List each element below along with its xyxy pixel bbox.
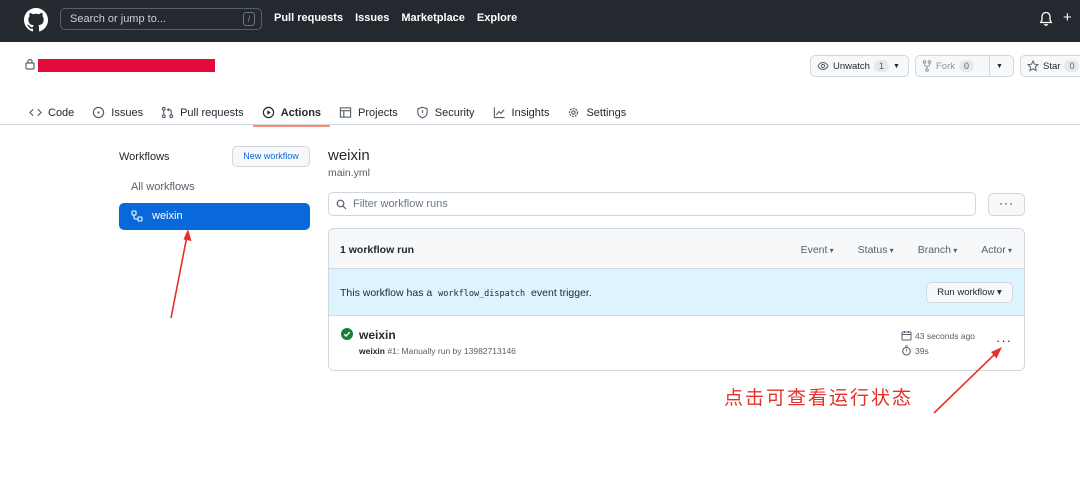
tab-projects[interactable]: Projects bbox=[330, 100, 407, 125]
event-filter-dropdown[interactable]: Event bbox=[801, 244, 834, 256]
search-placeholder: Search or jump to... bbox=[70, 13, 166, 25]
sidebar-item-weixin[interactable]: weixin bbox=[119, 203, 310, 230]
unwatch-label: Unwatch bbox=[833, 60, 870, 72]
tab-label: Actions bbox=[280, 106, 322, 119]
run-kebab-menu[interactable]: ··· bbox=[996, 333, 1012, 348]
search-input[interactable]: Search or jump to... / bbox=[60, 8, 262, 30]
all-workflows-link[interactable]: All workflows bbox=[131, 181, 195, 193]
status-filter-dropdown[interactable]: Status bbox=[858, 244, 894, 256]
runs-count: 1 workflow run bbox=[340, 244, 415, 256]
fork-icon bbox=[922, 60, 932, 72]
filter-input-field[interactable] bbox=[353, 196, 953, 212]
check-circle-icon bbox=[341, 328, 353, 340]
eye-icon bbox=[817, 61, 829, 71]
nav-pull-requests[interactable]: Pull requests bbox=[274, 12, 343, 24]
tab-insights[interactable]: Insights bbox=[484, 100, 559, 125]
tab-label: Issues bbox=[111, 106, 144, 119]
shield-icon bbox=[417, 106, 428, 119]
dispatch-suffix: event trigger. bbox=[531, 287, 592, 299]
play-icon bbox=[262, 106, 274, 119]
dispatch-message: This workflow has a workflow_dispatch ev… bbox=[340, 287, 592, 299]
table-icon bbox=[339, 107, 352, 118]
repo-tabs: Code Issues Pull requests Actions Projec… bbox=[29, 100, 635, 127]
star-button[interactable]: Star 0 bbox=[1020, 55, 1080, 77]
git-pull-request-icon bbox=[161, 106, 174, 119]
new-workflow-button[interactable]: New workflow bbox=[232, 146, 310, 167]
branch-filter-dropdown[interactable]: Branch bbox=[918, 244, 958, 256]
fork-label: Fork bbox=[936, 60, 955, 72]
fork-count: 0 bbox=[959, 60, 975, 72]
tab-label: Projects bbox=[358, 106, 398, 119]
nav-issues[interactable]: Issues bbox=[355, 12, 389, 24]
lock-icon bbox=[25, 58, 35, 70]
calendar-icon bbox=[901, 331, 912, 341]
search-icon bbox=[336, 199, 347, 210]
tab-label: Settings bbox=[586, 106, 627, 119]
run-time-text: 43 seconds ago bbox=[915, 330, 976, 341]
run-meta: weixin #1: Manually run by 13982713146 bbox=[359, 346, 516, 356]
plus-icon[interactable]: + bbox=[1063, 9, 1072, 26]
dispatch-prefix: This workflow has a bbox=[340, 287, 433, 299]
search-shortcut-key: / bbox=[243, 12, 255, 26]
run-meta-workflow: weixin bbox=[359, 346, 385, 356]
chevron-down-icon: ▼ bbox=[996, 62, 1003, 70]
tab-label: Security bbox=[434, 106, 475, 119]
unwatch-button[interactable]: Unwatch 1 ▼ bbox=[810, 55, 909, 77]
stopwatch-icon bbox=[902, 345, 911, 356]
tab-code[interactable]: Code bbox=[29, 100, 83, 125]
gear-icon bbox=[569, 107, 579, 118]
tab-settings[interactable]: Settings bbox=[558, 100, 635, 125]
tab-pull-requests[interactable]: Pull requests bbox=[152, 100, 253, 125]
annotation-text: 点击可查看运行状态 bbox=[724, 387, 914, 409]
repo-header: Unwatch 1 ▼ Fork 0 ▼ Star 0 Code Issues bbox=[0, 42, 1080, 127]
kebab-menu-button[interactable]: ··· bbox=[988, 193, 1025, 216]
tab-label: Insights bbox=[511, 106, 550, 119]
global-nav: Pull requests Issues Marketplace Explore bbox=[274, 12, 517, 24]
issue-opened-icon bbox=[93, 106, 105, 119]
actor-filter-dropdown[interactable]: Actor bbox=[981, 244, 1012, 256]
tab-label: Code bbox=[48, 106, 75, 119]
code-icon bbox=[29, 108, 42, 117]
github-logo-icon[interactable] bbox=[24, 8, 48, 32]
runs-filters: Event Status Branch Actor bbox=[801, 244, 1012, 256]
redacted-repo-name bbox=[38, 59, 215, 72]
star-icon bbox=[1027, 60, 1039, 72]
dispatch-code: workflow_dispatch bbox=[438, 289, 526, 299]
workflow-icon bbox=[131, 210, 143, 222]
workflow-file-link[interactable]: main.yml bbox=[328, 167, 370, 179]
run-duration: 39s bbox=[901, 345, 929, 356]
graph-icon bbox=[493, 107, 505, 119]
tab-label: Pull requests bbox=[180, 106, 244, 119]
tab-issues[interactable]: Issues bbox=[83, 100, 152, 125]
tab-security[interactable]: Security bbox=[407, 100, 484, 125]
filter-workflow-runs-input[interactable] bbox=[328, 192, 976, 216]
run-meta-detail: #1: Manually run by 13982713146 bbox=[387, 346, 516, 356]
run-workflow-button[interactable]: Run workflow ▾ bbox=[926, 282, 1013, 303]
nav-explore[interactable]: Explore bbox=[477, 12, 517, 24]
workflows-heading: Workflows bbox=[119, 151, 170, 163]
watch-count: 1 bbox=[873, 60, 889, 72]
run-title-link[interactable]: weixin bbox=[359, 328, 396, 342]
star-label: Star bbox=[1043, 60, 1061, 72]
red-arrow-sidebar bbox=[170, 229, 192, 319]
workflow-runs-panel: 1 workflow run Event Status Branch Actor… bbox=[328, 228, 1025, 371]
runs-header: 1 workflow run Event Status Branch Actor bbox=[329, 229, 1024, 269]
run-duration-text: 39s bbox=[915, 345, 929, 356]
run-time: 43 seconds ago bbox=[901, 330, 975, 341]
global-header: Search or jump to... / Pull requests Iss… bbox=[0, 0, 1080, 42]
workflow-run-row[interactable]: weixin weixin #1: Manually run by 139827… bbox=[329, 316, 1024, 370]
dispatch-banner: This workflow has a workflow_dispatch ev… bbox=[329, 269, 1024, 316]
star-count: 0 bbox=[1064, 60, 1080, 72]
workflow-title: weixin bbox=[328, 147, 370, 164]
nav-marketplace[interactable]: Marketplace bbox=[401, 12, 465, 24]
chevron-down-icon: ▼ bbox=[892, 62, 900, 70]
fork-button[interactable]: Fork 0 ▼ bbox=[915, 55, 1014, 77]
tab-actions[interactable]: Actions bbox=[252, 100, 331, 127]
fork-dropdown[interactable]: ▼ bbox=[989, 56, 1009, 76]
sidebar-item-label: weixin bbox=[152, 210, 183, 222]
bell-icon[interactable] bbox=[1039, 11, 1053, 27]
